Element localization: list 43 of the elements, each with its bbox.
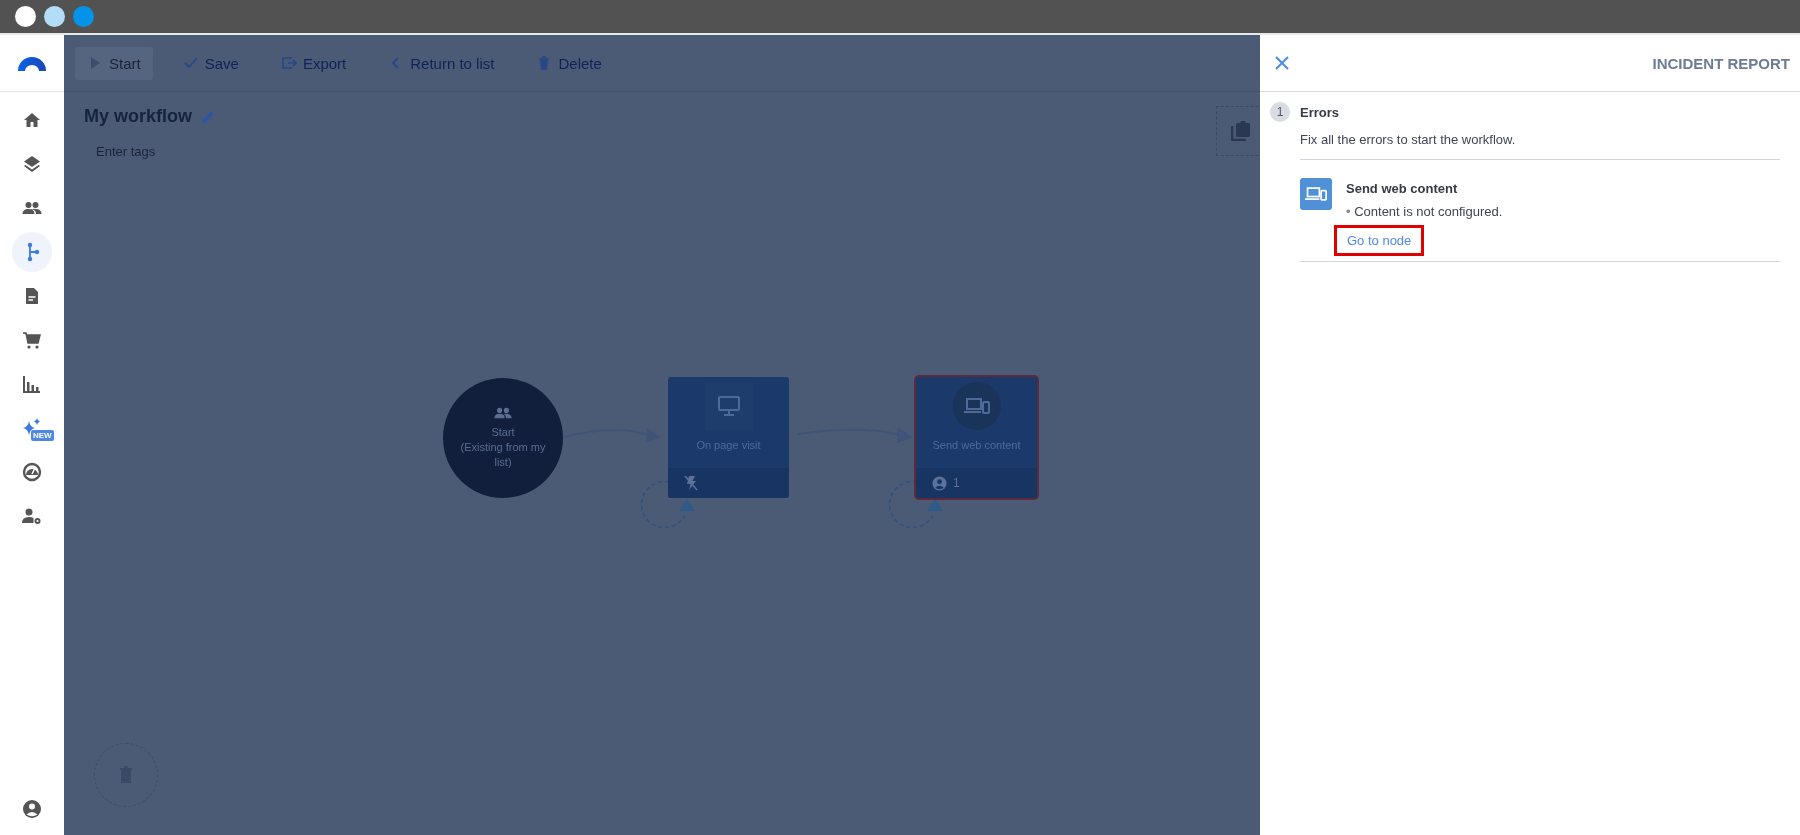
flash-off-icon [684, 475, 698, 491]
section-description: Fix all the errors to start the workflow. [1300, 132, 1780, 160]
devices-icon [963, 397, 990, 415]
home-icon [22, 110, 42, 130]
node-label: (Existing from my list) [459, 439, 547, 470]
toolbar-button[interactable]: Return to list [376, 46, 507, 80]
bullet-icon: • [1346, 204, 1351, 219]
window-control[interactable] [44, 6, 65, 27]
toolbar-button[interactable]: Delete [524, 46, 614, 80]
bar-chart-icon [22, 374, 42, 394]
people-icon [494, 406, 512, 419]
loop-arrow [888, 480, 943, 529]
count-badge: 1 [1270, 102, 1290, 122]
section-heading: Errors [1300, 104, 1340, 120]
clipboard-icon [1231, 121, 1251, 141]
tags-field[interactable]: Enter tags [84, 143, 284, 160]
sidebar-item[interactable] [12, 232, 52, 272]
toolbar-button[interactable]: Export [268, 46, 359, 80]
loop-arrow [640, 480, 695, 529]
logo-icon [18, 55, 46, 71]
sidebar-item[interactable]: NEW [12, 408, 52, 448]
close-button[interactable] [1274, 55, 1290, 71]
panel-title: INCIDENT REPORT [1652, 54, 1790, 72]
start-node[interactable]: Start (Existing from my list) [443, 378, 563, 498]
go-to-node-link[interactable]: Go to node [1334, 225, 1425, 256]
contact-count: 1 [953, 476, 960, 490]
layers-icon [22, 154, 42, 174]
gauge-icon [22, 462, 42, 482]
error-title: Send web content [1346, 181, 1459, 196]
monitor-icon [716, 395, 741, 417]
account-icon[interactable] [22, 799, 42, 819]
window-control[interactable] [15, 6, 36, 27]
cart-icon [22, 330, 42, 350]
user-circle-icon [932, 475, 947, 491]
close-icon [1274, 55, 1290, 71]
error-message: Content is not configured. [1353, 204, 1503, 219]
export-icon [280, 55, 297, 71]
toolbar-button[interactable]: Save [170, 46, 251, 80]
user-settings-icon [22, 506, 42, 526]
check-icon [182, 55, 199, 71]
new-badge: NEW [31, 430, 54, 441]
node-label: Start [491, 424, 515, 440]
devices-icon [1300, 178, 1332, 210]
